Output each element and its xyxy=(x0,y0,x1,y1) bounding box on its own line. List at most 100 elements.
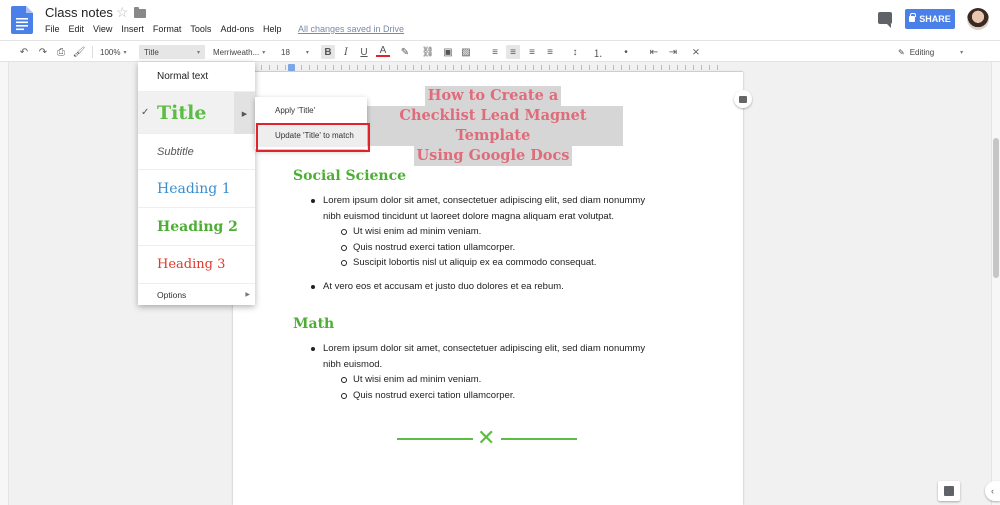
list-item-text: Lorem ipsum dolor sit amet, consectetuer… xyxy=(323,343,646,354)
chevron-down-icon: ▾ xyxy=(960,49,964,56)
indent-marker[interactable] xyxy=(288,64,295,71)
underline-button[interactable]: U xyxy=(357,45,371,59)
undo-icon[interactable]: ↶ xyxy=(17,45,31,59)
divider-line xyxy=(501,438,577,440)
clear-formatting-icon[interactable]: ⨯ xyxy=(689,45,703,59)
menu-bar: File Edit View Insert Format Tools Add-o… xyxy=(45,24,290,34)
submenu-arrow-button[interactable]: ▶ xyxy=(234,92,255,134)
style-value: Title xyxy=(144,47,159,57)
document-heading-title[interactable]: How to Create a Checklist Lead Magnet Te… xyxy=(363,86,623,166)
list-item: Quis nostrud exerci tation ullamcorper. xyxy=(293,240,693,256)
explore-button[interactable] xyxy=(938,481,960,501)
menu-tools[interactable]: Tools xyxy=(190,24,211,34)
section-heading-math[interactable]: Math xyxy=(293,316,334,332)
insert-image-icon[interactable]: ▨ xyxy=(459,45,473,59)
social-science-list[interactable]: Lorem ipsum dolor sit amet, consectetuer… xyxy=(293,193,693,294)
add-comment-icon xyxy=(739,95,747,103)
print-icon[interactable]: ⎙ xyxy=(54,45,68,59)
menu-help[interactable]: Help xyxy=(263,24,282,34)
increase-indent-icon[interactable]: ⇥ xyxy=(666,45,680,59)
align-justify-icon[interactable]: ≡ xyxy=(543,45,557,59)
font-size-value: 18 xyxy=(281,47,290,57)
document-title[interactable]: Class notes xyxy=(45,5,113,20)
style-option-normal-text[interactable]: Normal text xyxy=(138,62,255,92)
list-item: Suscipit lobortis nisl ut aliquip ex ea … xyxy=(293,255,693,271)
style-select[interactable]: Title ▾ xyxy=(139,45,205,59)
list-item-text: Lorem ipsum dolor sit amet, consectetuer… xyxy=(323,195,646,206)
editing-mode-select[interactable]: ✎ Editing ▾ xyxy=(898,45,963,59)
style-option-heading-2[interactable]: Heading 2 xyxy=(138,208,255,246)
chevron-down-icon: ▾ xyxy=(123,49,127,56)
style-option-title-label: Title xyxy=(157,101,207,124)
style-option-heading-1[interactable]: Heading 1 xyxy=(138,170,255,208)
apply-title-option[interactable]: Apply 'Title' xyxy=(275,106,315,115)
list-item-text: nibh euismod. xyxy=(323,358,383,370)
style-option-heading-3[interactable]: Heading 3 xyxy=(138,246,255,284)
lock-icon xyxy=(909,13,917,22)
close-x-icon: ✕ xyxy=(477,426,496,451)
font-size-select[interactable]: 18 ▾ xyxy=(281,45,309,59)
options-label: Options xyxy=(157,289,187,300)
align-right-icon[interactable]: ≡ xyxy=(525,45,539,59)
section-heading-social-science[interactable]: Social Science xyxy=(293,168,406,184)
link-icon[interactable]: ⛓ xyxy=(421,45,435,59)
chevron-down-icon: ▾ xyxy=(196,49,200,56)
decorative-divider: ✕ xyxy=(397,426,577,451)
bold-button[interactable]: B xyxy=(321,45,335,59)
text-color-button[interactable]: A xyxy=(376,45,390,57)
add-comment-button[interactable] xyxy=(734,90,752,108)
avatar[interactable] xyxy=(967,8,989,30)
paint-format-icon[interactable]: 🖌 xyxy=(72,45,86,59)
italic-button[interactable]: I xyxy=(339,45,353,59)
pencil-icon: ✎ xyxy=(898,47,905,57)
comments-icon[interactable] xyxy=(878,12,892,28)
font-value: Merriweath... xyxy=(213,47,260,57)
menu-view[interactable]: View xyxy=(93,24,112,34)
style-option-options[interactable]: Options ▶ xyxy=(138,284,255,305)
style-option-subtitle[interactable]: Subtitle xyxy=(138,134,255,170)
list-item: Lorem ipsum dolor sit amet, consectetuer… xyxy=(293,193,693,224)
chevron-down-icon: ▾ xyxy=(305,49,309,56)
bulleted-list-icon[interactable]: • xyxy=(619,45,633,59)
side-panel-toggle[interactable]: ‹ xyxy=(985,481,1000,501)
scrollbar-thumb[interactable] xyxy=(993,138,999,278)
list-item-text: nibh euismod tincidunt ut laoreet dolore… xyxy=(323,210,614,222)
highlight-annotation-box xyxy=(256,123,370,152)
zoom-select[interactable]: 100% ▾ xyxy=(100,45,126,59)
style-option-title[interactable]: ✓ Title ▶ xyxy=(138,92,255,134)
align-center-icon[interactable]: ≡ xyxy=(506,45,520,59)
horizontal-ruler[interactable] xyxy=(233,62,743,72)
saved-status-link[interactable]: All changes saved in Drive xyxy=(298,24,404,34)
menu-format[interactable]: Format xyxy=(153,24,182,34)
docs-logo-icon[interactable] xyxy=(11,6,33,34)
app-header: Class notes ☆ File Edit View Insert Form… xyxy=(0,0,1000,40)
folder-icon[interactable] xyxy=(134,7,146,18)
share-label: SHARE xyxy=(919,14,951,24)
title-line: Checklist Lead Magnet Template xyxy=(363,106,623,146)
insert-comment-icon[interactable]: ▣ xyxy=(441,45,455,59)
redo-icon[interactable]: ↷ xyxy=(36,45,50,59)
title-line: Using Google Docs xyxy=(413,146,573,166)
editing-mode-label: Editing xyxy=(909,47,935,57)
ruler-ticks xyxy=(253,65,723,70)
toolbar-divider xyxy=(92,46,93,58)
line-spacing-icon[interactable]: ↕ xyxy=(568,45,582,59)
decrease-indent-icon[interactable]: ⇤ xyxy=(647,45,661,59)
align-left-icon[interactable]: ≡ xyxy=(488,45,502,59)
menu-edit[interactable]: Edit xyxy=(69,24,85,34)
star-icon[interactable]: ☆ xyxy=(116,4,129,21)
numbered-list-icon[interactable]: ⒈ xyxy=(591,45,605,60)
divider-line xyxy=(397,438,473,440)
highlight-icon[interactable]: ✎ xyxy=(398,45,412,59)
vertical-scrollbar[interactable] xyxy=(991,62,1000,505)
font-select[interactable]: Merriweath... ▾ xyxy=(213,45,265,59)
menu-file[interactable]: File xyxy=(45,24,60,34)
list-item: Ut wisi enim ad minim veniam. xyxy=(293,372,693,388)
share-button[interactable]: SHARE xyxy=(905,9,955,29)
check-icon: ✓ xyxy=(141,107,150,118)
explore-icon xyxy=(944,486,954,496)
title-line: How to Create a xyxy=(424,86,562,106)
menu-addons[interactable]: Add-ons xyxy=(220,24,254,34)
menu-insert[interactable]: Insert xyxy=(121,24,144,34)
math-list[interactable]: Lorem ipsum dolor sit amet, consectetuer… xyxy=(293,341,693,403)
